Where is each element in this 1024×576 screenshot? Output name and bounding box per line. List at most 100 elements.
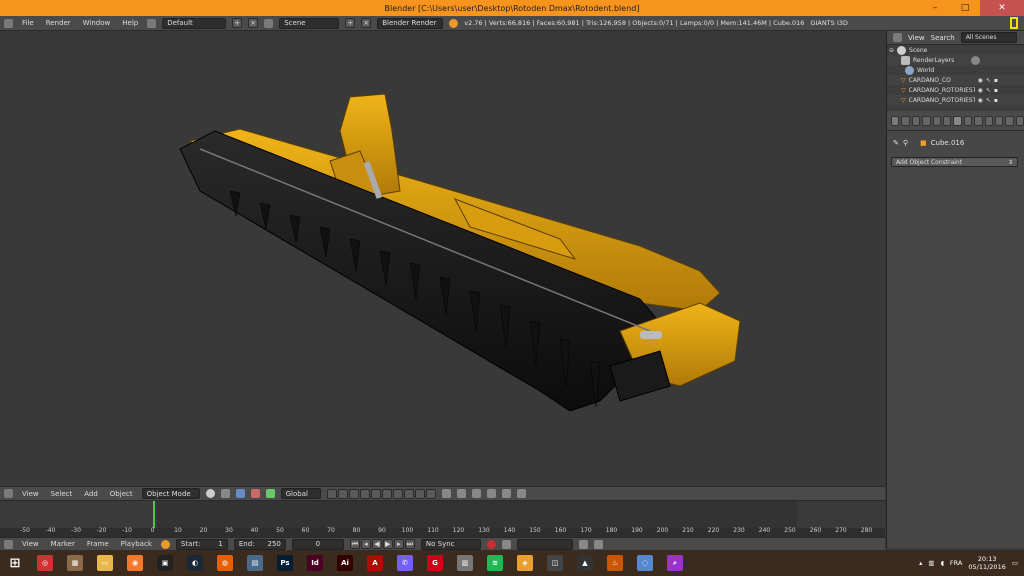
- timeline-view-menu[interactable]: View: [19, 540, 42, 548]
- properties-editor-icon[interactable]: [891, 115, 900, 126]
- rotate-icon[interactable]: [265, 489, 275, 498]
- timeline-editor-icon[interactable]: [4, 539, 13, 549]
- render-toggle-icon[interactable]: [971, 55, 981, 65]
- taskbar-button[interactable]: ⊞: [0, 550, 30, 576]
- remove-scene-button[interactable]: ×: [361, 18, 372, 28]
- taskbar-button[interactable]: Ai: [330, 550, 360, 576]
- particles-tab-icon[interactable]: [1005, 115, 1014, 126]
- outliner-row[interactable]: World: [887, 65, 1024, 75]
- outliner-view-menu[interactable]: View: [908, 34, 925, 42]
- tray-arrow-icon[interactable]: ▴: [919, 559, 922, 567]
- select-cursor-icon[interactable]: ↖: [986, 77, 991, 84]
- taskbar-button[interactable]: ✆: [390, 550, 420, 576]
- material-tab-icon[interactable]: [984, 115, 993, 126]
- giants-i3d-label[interactable]: GIANTS I3D: [810, 19, 847, 27]
- taskbar-button[interactable]: ≋: [480, 550, 510, 576]
- jump-end-icon[interactable]: ⏭: [404, 539, 415, 549]
- remove-layout-button[interactable]: ×: [248, 18, 259, 28]
- keying-set-icon[interactable]: [501, 539, 511, 549]
- visibility-eye-icon[interactable]: ◉: [978, 97, 983, 104]
- sync-select[interactable]: No Sync: [420, 538, 481, 550]
- menu-help[interactable]: Help: [119, 19, 141, 27]
- add-scene-button[interactable]: +: [345, 18, 356, 28]
- select-menu[interactable]: Select: [48, 490, 76, 498]
- object-tab-icon[interactable]: [942, 115, 952, 126]
- taskbar-button[interactable]: ▣: [150, 550, 180, 576]
- visibility-eye-icon[interactable]: ◉: [978, 77, 983, 84]
- taskbar-button[interactable]: ◎: [30, 550, 60, 576]
- expand-icon[interactable]: ⊖: [889, 47, 894, 54]
- add-object-constraint-select[interactable]: Add Object Constraint ⇕: [891, 157, 1018, 167]
- scene-select-icon[interactable]: [264, 18, 274, 28]
- timeline-frame-menu[interactable]: Frame: [84, 540, 112, 548]
- menu-file[interactable]: File: [19, 19, 37, 27]
- taskbar-button[interactable]: ◫: [540, 550, 570, 576]
- editor-type-icon[interactable]: [4, 18, 13, 28]
- texture-tab-icon[interactable]: [994, 115, 1004, 126]
- outliner-row[interactable]: RenderLayers: [887, 55, 1024, 65]
- play-icon[interactable]: ▶: [382, 539, 393, 549]
- close-button[interactable]: ✕: [980, 0, 1024, 16]
- fullscreen-icon[interactable]: [1010, 17, 1018, 29]
- screen-layout-select[interactable]: Default: [162, 17, 227, 29]
- translate-icon[interactable]: [250, 489, 260, 498]
- preview-range-icon[interactable]: [160, 539, 170, 549]
- maximize-button[interactable]: □: [950, 0, 980, 16]
- scene-select[interactable]: Scene: [279, 17, 340, 29]
- shading-icon[interactable]: [205, 489, 215, 498]
- add-layout-button[interactable]: +: [232, 18, 243, 28]
- outliner-search-menu[interactable]: Search: [931, 34, 955, 42]
- taskbar-button[interactable]: ◍: [210, 550, 240, 576]
- outliner-row[interactable]: ▽ CARDANO_ROTORIEST ◉ ↖ ▪: [887, 85, 1024, 95]
- play-reverse-icon[interactable]: ◀: [371, 539, 382, 549]
- select-cursor-icon[interactable]: ↖: [986, 97, 991, 104]
- taskbar-button[interactable]: ▲: [570, 550, 600, 576]
- outliner-row[interactable]: ⊖ Scene: [887, 45, 1024, 55]
- mode-select[interactable]: Object Mode: [141, 488, 200, 499]
- view-menu[interactable]: View: [19, 490, 42, 498]
- renderlayers-tab-icon[interactable]: [911, 115, 921, 126]
- keying-set-field[interactable]: [516, 538, 573, 550]
- proportional-edit-icon[interactable]: [456, 489, 466, 498]
- taskbar-button[interactable]: A: [360, 550, 390, 576]
- world-tab-icon[interactable]: [932, 115, 941, 126]
- clock[interactable]: 20:13 05/11/2016: [968, 555, 1005, 571]
- record-icon[interactable]: [486, 539, 496, 549]
- lock-layer-icon[interactable]: [441, 489, 451, 498]
- taskbar-button[interactable]: Id: [300, 550, 330, 576]
- volume-icon[interactable]: ◖: [940, 559, 943, 567]
- taskbar-button[interactable]: ◉: [120, 550, 150, 576]
- taskbar-button[interactable]: ⌕: [660, 550, 690, 576]
- end-frame-field[interactable]: End: 250: [233, 538, 286, 550]
- timeline-marker-menu[interactable]: Marker: [48, 540, 78, 548]
- add-menu[interactable]: Add: [81, 490, 101, 498]
- render-engine-select[interactable]: Blender Render: [377, 17, 444, 29]
- taskbar-button[interactable]: ▭: [90, 550, 120, 576]
- language-indicator[interactable]: FRA: [950, 559, 962, 567]
- notifications-icon[interactable]: ▭: [1012, 559, 1018, 567]
- menu-window[interactable]: Window: [80, 19, 114, 27]
- taskbar-button[interactable]: ▤: [240, 550, 270, 576]
- menu-render[interactable]: Render: [43, 19, 74, 27]
- jump-start-icon[interactable]: ⏮: [349, 539, 360, 549]
- taskbar-button[interactable]: ♨: [600, 550, 630, 576]
- render-tab-icon[interactable]: [901, 115, 910, 126]
- outliner-display-select[interactable]: All Scenes: [960, 32, 1017, 43]
- 3d-viewport[interactable]: [0, 31, 885, 486]
- timeline-ruler[interactable]: -50 -40 -30 -20 -10 0 10 20 30 40 50 60 70 80 90 100 110…: [0, 527, 885, 536]
- view3d-editor-icon[interactable]: [4, 489, 13, 498]
- screen-layout-icon[interactable]: [147, 18, 157, 28]
- data-tab-icon[interactable]: [974, 115, 983, 126]
- timeline-playback-menu[interactable]: Playback: [118, 540, 155, 548]
- outliner-row[interactable]: ▽ CARDANO_ROTORIEST ◉ ↖ ▪: [887, 95, 1024, 105]
- outliner-row[interactable]: ▽ CARDANO_CO ◉ ↖ ▪: [887, 75, 1024, 85]
- taskbar-button[interactable]: ◈: [510, 550, 540, 576]
- pivot-icon[interactable]: [220, 489, 230, 498]
- render-camera-icon[interactable]: ▪: [994, 77, 998, 84]
- render-camera-icon[interactable]: ▪: [994, 87, 998, 94]
- modifiers-tab-icon[interactable]: [963, 115, 973, 126]
- snap-icon[interactable]: [471, 489, 481, 498]
- current-frame-field[interactable]: 0: [291, 538, 344, 550]
- window-title-bar[interactable]: Blender [C:\Users\user\Desktop\Rotoden D…: [0, 0, 1024, 16]
- rotary-harrow-model[interactable]: [0, 31, 885, 486]
